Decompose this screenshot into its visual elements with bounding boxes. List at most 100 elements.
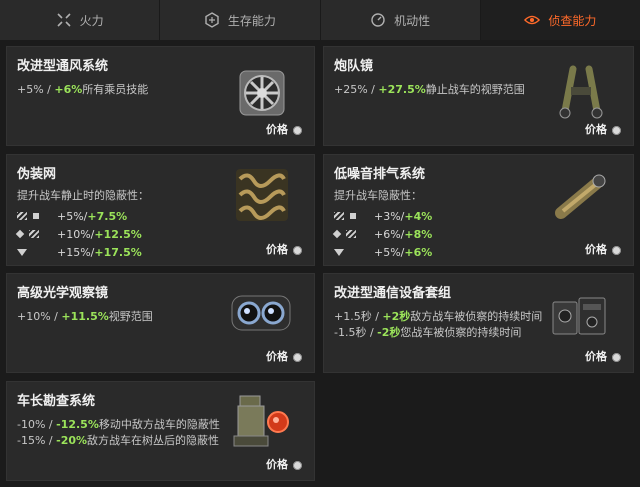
bonus-upgraded: -20%: [56, 434, 88, 447]
bonus-row: +3% / +4%: [334, 207, 432, 225]
credit-coin-icon: [293, 461, 302, 470]
card-bonus-line: -1.5秒 / -2秒您战车被侦察的持续时间: [334, 324, 521, 340]
tank-class-icons: [15, 229, 57, 239]
commander-vision-icon: [233, 395, 289, 447]
bonus-row: +5% / +6%: [334, 243, 432, 261]
bonus-base: +3%: [374, 209, 401, 223]
bonus-upgraded: +6%: [404, 245, 433, 259]
bonus-upgraded: +11.5%: [61, 310, 109, 323]
equipment-card-optics[interactable]: 高级光学观察镜 +10% / +11.5%视野范围 价格: [6, 273, 315, 373]
speedometer-icon: [370, 12, 386, 28]
bonus-base: +10%: [17, 310, 51, 323]
equipment-card-commander[interactable]: 车长勘查系统 -10% / -12.5%移动中敌方战车的隐蔽性 -15% / -…: [6, 381, 315, 481]
bonus-base: +1.5秒: [334, 310, 372, 323]
equipment-card-binocular[interactable]: 炮队镜 +25% / +27.5%静止战车的视野范围 价格: [323, 46, 634, 146]
card-bonus-line: +25% / +27.5%静止战车的视野范围: [334, 81, 525, 97]
price-label: 价格: [266, 458, 288, 471]
triangle-icon: [334, 248, 344, 256]
tab-label: 火力: [79, 13, 104, 28]
stripes-icon: [17, 212, 27, 220]
bonus-upgraded: -2秒: [377, 326, 401, 339]
hexagon-icon: [204, 12, 220, 28]
tab-firepower[interactable]: 火力: [0, 0, 161, 40]
equipment-card-exhaust[interactable]: 低噪音排气系统 提升战车隐蔽性： +3% / +4% +6% / +8% +5%…: [323, 154, 634, 266]
equipment-card-ventilation[interactable]: 改进型通风系统 +5% / +6%所有乘员技能 价格: [6, 46, 315, 146]
equipment-card-radio[interactable]: 改进型通信设备套组 +1.5秒 / +2秒敌方战车被侦察的持续时间 -1.5秒 …: [323, 273, 634, 373]
tab-label: 侦查能力: [548, 13, 597, 28]
credit-coin-icon: [612, 126, 621, 135]
separator: /: [371, 310, 383, 323]
square-icon: [350, 213, 356, 219]
separator: /: [45, 418, 57, 431]
bonus-text: 视野范围: [108, 310, 153, 323]
bonus-text: 您战车被侦察的持续时间: [400, 326, 522, 339]
card-title: 炮队镜: [334, 59, 374, 74]
separator: /: [50, 310, 62, 323]
diamond-icon: [332, 229, 342, 239]
bonus-row: +5% / +7.5%: [17, 207, 142, 225]
equipment-card-camo-net[interactable]: 伪装网 提升战车静止时的隐蔽性： +5% / +7.5% +10% / +12.…: [6, 154, 315, 266]
card-title: 改进型通风系统: [17, 59, 109, 74]
credit-coin-icon: [612, 353, 621, 362]
card-bonus-line: -15% / -20%敌方战车在树丛后的隐蔽性: [17, 432, 219, 448]
bonus-upgraded: +2秒: [382, 310, 411, 323]
price-label: 价格: [266, 350, 288, 363]
binocular-icon: [559, 65, 603, 119]
tab-survivability[interactable]: 生存能力: [160, 0, 321, 40]
tab-label: 机动性: [394, 13, 431, 28]
bonus-base: -1.5秒: [334, 326, 367, 339]
bonus-base: -10%: [17, 418, 46, 431]
tank-class-icons: [17, 248, 57, 256]
price-label: 价格: [585, 350, 607, 363]
card-title: 改进型通信设备套组: [334, 286, 452, 301]
bonus-base: +5%: [17, 83, 44, 96]
exhaust-bonus-rows: +3% / +4% +6% / +8% +5% / +6%: [332, 207, 433, 261]
card-description: 提升战车隐蔽性：: [334, 189, 422, 202]
tank-class-icons: [334, 248, 374, 256]
bonus-base: +5%: [57, 209, 84, 223]
credit-coin-icon: [612, 246, 621, 255]
bonus-base: -15%: [17, 434, 46, 447]
bonus-text: 静止战车的视野范围: [425, 83, 525, 96]
square-icon: [33, 213, 39, 219]
bonus-base: +25%: [334, 83, 368, 96]
price-label: 价格: [585, 243, 607, 256]
card-bonus-line: +1.5秒 / +2秒敌方战车被侦察的持续时间: [334, 308, 542, 324]
tab-recon[interactable]: 侦查能力: [480, 0, 640, 40]
separator: /: [366, 326, 378, 339]
separator: /: [43, 83, 55, 96]
bonus-row: +6% / +8%: [332, 225, 433, 243]
bonus-base: +6%: [374, 227, 401, 241]
radio-icon: [552, 297, 606, 335]
bonus-base: +10%: [57, 227, 91, 241]
card-bonus-line: +5% / +6%所有乘员技能: [17, 81, 148, 97]
price-label: 价格: [266, 123, 288, 136]
tank-class-icons: [334, 212, 374, 220]
stripes-icon: [29, 230, 39, 238]
tab-mobility[interactable]: 机动性: [321, 0, 481, 40]
bonus-upgraded: +27.5%: [378, 83, 426, 96]
camo-bonus-rows: +5% / +7.5% +10% / +12.5% +15% / +17.5%: [15, 207, 142, 261]
credit-coin-icon: [293, 353, 302, 362]
bonus-row: +10% / +12.5%: [15, 225, 142, 243]
camo-net-icon: [236, 169, 288, 221]
bonus-upgraded: +6%: [54, 83, 83, 96]
price-label: 价格: [266, 243, 288, 256]
card-description: 提升战车静止时的隐蔽性：: [17, 189, 149, 202]
optics-icon: [231, 295, 291, 331]
bonus-text: 敌方战车在树丛后的隐蔽性: [87, 434, 220, 447]
diamond-icon: [15, 229, 25, 239]
triangle-icon: [17, 248, 27, 256]
separator: /: [45, 434, 57, 447]
bonus-upgraded: +4%: [404, 209, 433, 223]
card-title: 低噪音排气系统: [334, 167, 426, 182]
bonus-upgraded: +8%: [404, 227, 433, 241]
crosshair-icon: [56, 12, 72, 28]
bonus-text: 所有乘员技能: [82, 83, 149, 96]
card-title: 车长勘查系统: [17, 394, 96, 409]
exhaust-icon: [555, 174, 606, 219]
card-title: 高级光学观察镜: [17, 286, 109, 301]
tab-label: 生存能力: [227, 13, 276, 28]
card-bonus-line: -10% / -12.5%移动中敌方战车的隐蔽性: [17, 416, 220, 432]
bonus-base: +5%: [374, 245, 401, 259]
